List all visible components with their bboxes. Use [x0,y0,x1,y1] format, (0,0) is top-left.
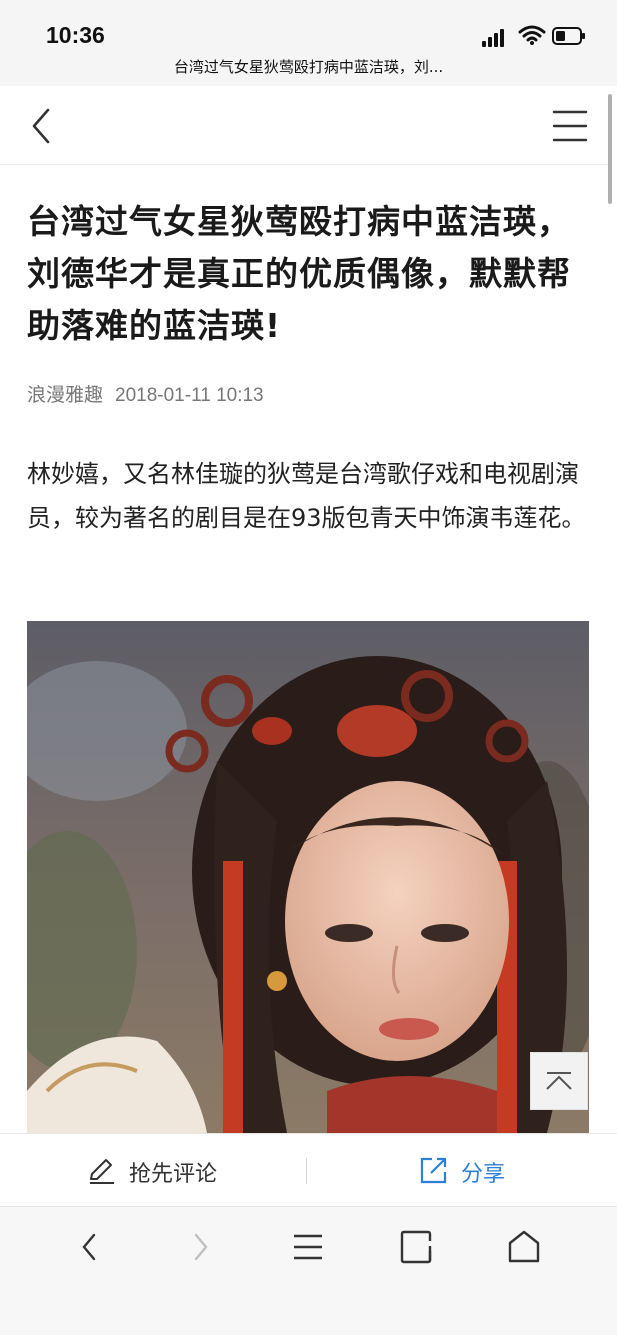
top-nav [0,86,610,165]
portrait-illustration [27,621,589,1133]
divider [306,1158,307,1184]
comment-label: 抢先评论 [129,1162,218,1187]
scrollbar[interactable] [608,94,612,204]
article-author[interactable]: 浪漫雅趣 [27,384,103,406]
article-date: 2018-01-11 10:13 [115,385,264,406]
hamburger-menu-icon[interactable] [552,108,588,144]
share-icon [420,1157,447,1184]
battery-icon [552,27,585,45]
comment-button[interactable]: 抢先评论 [86,1154,217,1187]
page-title-bar[interactable]: 台湾过气女星狄莺殴打病中蓝洁瑛，刘... [0,56,617,77]
browser-toolbar [0,1206,617,1335]
article-meta: 浪漫雅趣 2018-01-11 10:13 [27,380,264,407]
pencil-icon [90,1159,114,1184]
browser-back-icon[interactable] [70,1227,110,1267]
back-to-top-button[interactable] [530,1052,588,1110]
article-title: 台湾过气女星狄莺殴打病中蓝洁瑛，刘德华才是真正的优质偶像，默默帮助落难的蓝洁瑛! [27,202,571,345]
browser-menu-icon[interactable] [288,1227,328,1267]
status-time: 10:36 [46,22,105,48]
signal-icon [482,27,508,47]
home-icon[interactable] [504,1227,544,1267]
article-image[interactable] [27,621,589,1133]
status-bar: 10:36 台湾过气女星狄莺殴打病中蓝洁瑛，刘... [0,0,617,86]
share-button[interactable]: 分享 [418,1154,505,1187]
browser-forward-icon[interactable] [180,1227,220,1267]
tabs-icon[interactable] [396,1227,436,1267]
wifi-icon [518,25,546,45]
article-action-bar: 抢先评论 分享 [0,1133,617,1206]
arrow-up-icon [546,1072,572,1090]
article-paragraph: 林妙嬉，又名林佳璇的狄莺是台湾歌仔戏和电视剧演员，较为著名的剧目是在93版包青天… [27,460,586,532]
share-label: 分享 [461,1162,506,1187]
chevron-left-icon[interactable] [26,106,60,146]
